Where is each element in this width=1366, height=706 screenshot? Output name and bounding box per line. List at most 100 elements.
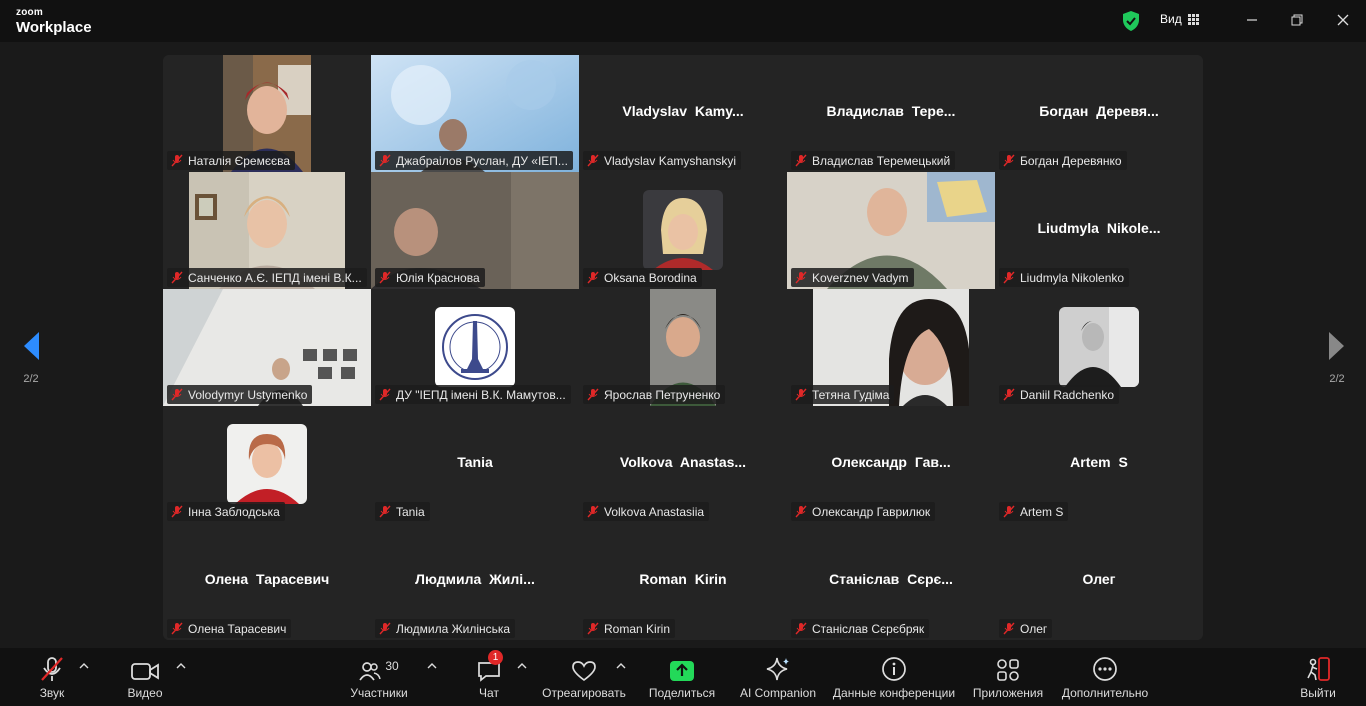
participant-tile[interactable]: Roman Kirin Roman Kirin <box>579 523 787 640</box>
video-options-caret-icon[interactable] <box>176 662 186 670</box>
apps-icon <box>997 659 1019 681</box>
mic-muted-icon <box>795 388 807 401</box>
minimize-button[interactable] <box>1242 10 1262 30</box>
react-button[interactable]: Отреагировать <box>541 656 627 700</box>
participant-tile[interactable]: Богдан Деревя... Богдан Деревянко <box>995 55 1203 172</box>
participant-tile[interactable]: Наталія Єремєєва <box>163 55 371 172</box>
mic-muted-icon <box>1003 622 1015 635</box>
mic-muted-icon <box>587 388 599 401</box>
chat-options-caret-icon[interactable] <box>517 662 527 670</box>
close-button[interactable] <box>1333 10 1353 30</box>
participant-name-label: Vladyslav Kamyshanskyi <box>583 151 742 170</box>
mic-muted-icon <box>171 271 183 284</box>
share-screen-icon <box>670 661 694 681</box>
participant-tile[interactable]: Koverznev Vadym <box>787 172 995 289</box>
participants-button[interactable]: 30 Участники <box>349 656 409 700</box>
participant-tile[interactable]: Джабраілов Руслан, ДУ «ІЕП... <box>371 55 579 172</box>
arrow-left-icon <box>24 332 39 360</box>
grid-icon <box>1187 13 1199 25</box>
participant-display-name: Владислав Тере... <box>826 103 956 119</box>
participant-tile[interactable]: Тетяна Гудіма <box>787 289 995 406</box>
microphone-muted-icon <box>41 657 63 681</box>
chat-button[interactable]: 1 Чат <box>474 650 504 700</box>
participants-count: 30 <box>385 659 399 673</box>
participant-tile[interactable]: Tania Tania <box>371 406 579 523</box>
participant-display-name: Artem S <box>1070 454 1128 470</box>
participant-name-label: Олександр Гаврилюк <box>791 502 936 521</box>
mic-muted-icon <box>171 388 183 401</box>
page-indicator-right: 2/2 <box>1329 373 1345 385</box>
mic-muted-icon <box>587 154 599 167</box>
participant-name-label: Наталія Єремєєва <box>167 151 295 170</box>
participant-tile[interactable]: Владислав Тере... Владислав Теремецький <box>787 55 995 172</box>
page-indicator-left: 2/2 <box>23 373 39 385</box>
participant-tile[interactable]: Людмила Жилі... Людмила Жилінська <box>371 523 579 640</box>
view-button[interactable]: Вид <box>1160 12 1199 26</box>
participant-tile[interactable]: ДУ "ІЕПД імені В.К. Мамутов... <box>371 289 579 406</box>
audio-label: Звук <box>39 686 65 700</box>
participant-tile[interactable]: Станіслав Сєрє... Станіслав Сєрєбряк <box>787 523 995 640</box>
video-button[interactable]: Видео <box>125 656 165 700</box>
mic-muted-icon <box>379 154 391 167</box>
participant-tile[interactable]: Інна Заблодська <box>163 406 371 523</box>
participant-tile[interactable]: Oksana Borodina <box>579 172 787 289</box>
participant-name-label: Богдан Деревянко <box>999 151 1127 170</box>
info-icon <box>882 657 906 681</box>
participant-tile[interactable]: Санченко А.Є. ІЕПД імені В.К... <box>163 172 371 289</box>
zoom-workplace-logo: zoom Workplace <box>16 8 92 36</box>
audio-button[interactable]: Звук <box>34 656 70 700</box>
view-label: Вид <box>1160 12 1182 26</box>
participant-display-name: Tania <box>457 454 493 470</box>
audio-options-caret-icon[interactable] <box>79 662 89 670</box>
mic-muted-icon <box>379 271 391 284</box>
more-button[interactable]: Дополнительно <box>1059 656 1151 700</box>
mic-muted-icon <box>795 505 807 518</box>
leave-icon <box>1307 657 1330 681</box>
participant-tile[interactable]: Vladyslav Kamy... Vladyslav Kamyshanskyi <box>579 55 787 172</box>
more-icon <box>1093 657 1117 681</box>
share-screen-button[interactable]: Поделиться <box>648 656 716 700</box>
leave-button[interactable]: Выйти <box>1298 656 1338 700</box>
participant-tile[interactable]: Олександр Гав... Олександр Гаврилюк <box>787 406 995 523</box>
video-gallery: Наталія Єремєєва Джабраілов Руслан, ДУ «… <box>163 55 1203 640</box>
chat-unread-badge: 1 <box>488 650 503 665</box>
apps-label: Приложения <box>972 686 1044 700</box>
ai-companion-label: AI Companion <box>739 686 817 700</box>
ai-companion-button[interactable]: AI Companion <box>738 656 818 700</box>
mic-muted-icon <box>1003 271 1015 284</box>
participant-tile[interactable]: Artem S Artem S <box>995 406 1203 523</box>
participant-tile[interactable]: Юлія Краснова <box>371 172 579 289</box>
participant-display-name: Vladyslav Kamy... <box>622 103 744 119</box>
mic-muted-icon <box>171 154 183 167</box>
institute-emblem <box>435 307 515 387</box>
participant-name-label: Людмила Жилінська <box>375 619 516 638</box>
participant-tile[interactable]: Volodymyr Ustymenko <box>163 289 371 406</box>
participant-name-label: Інна Заблодська <box>167 502 285 521</box>
encryption-shield-icon[interactable] <box>1122 11 1140 31</box>
participant-name-label: Volkova Anastasiia <box>583 502 710 521</box>
participant-tile[interactable]: Олег Олег <box>995 523 1203 640</box>
mic-muted-icon <box>379 505 391 518</box>
participant-avatar <box>643 190 723 270</box>
participant-tile[interactable]: Volkova Anastas... Volkova Anastasiia <box>579 406 787 523</box>
next-page-button[interactable]: 2/2 <box>1322 332 1352 385</box>
restore-button[interactable] <box>1287 10 1307 30</box>
meeting-info-label: Данные конференции <box>832 686 956 700</box>
participant-tile[interactable]: Daniil Radchenko <box>995 289 1203 406</box>
participants-icon <box>359 662 382 681</box>
participant-tile[interactable]: Ярослав Петруненко <box>579 289 787 406</box>
mic-muted-icon <box>1003 388 1015 401</box>
participant-tile[interactable]: Liudmyla Nikole... Liudmyla Nikolenko <box>995 172 1203 289</box>
participant-name-label: Санченко А.Є. ІЕПД імені В.К... <box>167 268 367 287</box>
participants-options-caret-icon[interactable] <box>427 662 437 670</box>
react-options-caret-icon[interactable] <box>616 662 626 670</box>
meeting-info-button[interactable]: Данные конференции <box>831 656 957 700</box>
leave-label: Выйти <box>1300 686 1336 700</box>
apps-button[interactable]: Приложения <box>970 656 1046 700</box>
participant-tile[interactable]: Олена Тарасевич Олена Тарасевич <box>163 523 371 640</box>
participant-display-name: Богдан Деревя... <box>1039 103 1159 119</box>
participant-name-label: Тетяна Гудіма <box>791 385 895 404</box>
previous-page-button[interactable]: 2/2 <box>16 332 46 385</box>
mic-muted-icon <box>379 388 391 401</box>
mic-muted-icon <box>171 622 183 635</box>
